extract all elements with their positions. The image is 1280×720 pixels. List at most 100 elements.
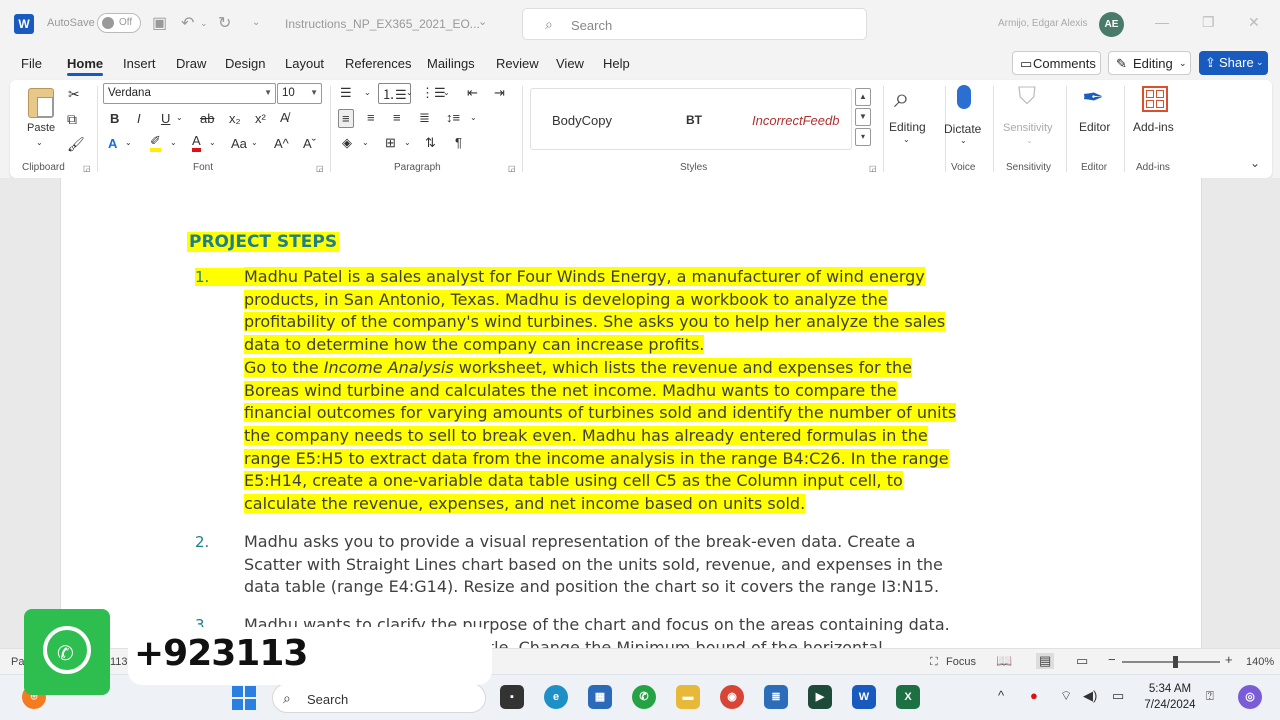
- chevron-up-icon[interactable]: ^: [998, 688, 1004, 703]
- show-formatting-icon[interactable]: ¶: [455, 135, 462, 150]
- chevron-down-icon[interactable]: ⌄: [443, 88, 450, 97]
- user-name[interactable]: Armijo, Edgar Alexis: [998, 18, 1087, 29]
- notepad-icon[interactable]: ≣: [764, 685, 788, 709]
- document-title[interactable]: Instructions_NP_EX365_2021_EO...: [285, 17, 480, 31]
- app-icon[interactable]: ▶: [808, 685, 832, 709]
- style-bodycopy[interactable]: BodyCopy: [552, 113, 612, 128]
- focus-icon[interactable]: ⛶: [930, 656, 938, 669]
- share-button[interactable]: ⇪ Share ⌄: [1199, 51, 1268, 75]
- highlight-color-icon[interactable]: ✐: [150, 134, 161, 152]
- zoom-level[interactable]: 140%: [1246, 656, 1274, 668]
- font-color-icon[interactable]: A: [192, 134, 201, 152]
- zoom-slider-handle[interactable]: [1173, 656, 1178, 668]
- decrease-indent-icon[interactable]: ⇤: [467, 85, 478, 101]
- taskbar-search[interactable]: ⌕ Search: [272, 683, 486, 713]
- microphone-icon[interactable]: [957, 85, 971, 109]
- focus-label[interactable]: Focus: [946, 656, 976, 668]
- tab-layout[interactable]: Layout: [285, 56, 324, 71]
- align-center-icon[interactable]: ≡: [367, 110, 375, 125]
- italic-button[interactable]: I: [137, 111, 141, 126]
- undo-dropdown-icon[interactable]: ⌄: [200, 18, 208, 29]
- format-painter-icon[interactable]: 🖌: [67, 136, 85, 153]
- subscript-button[interactable]: x₂: [229, 111, 241, 126]
- tab-review[interactable]: Review: [496, 56, 539, 71]
- font-name-select[interactable]: Verdana ▼: [103, 83, 276, 104]
- save-icon[interactable]: ▣: [152, 13, 167, 33]
- sort-icon[interactable]: ⇅: [425, 135, 436, 151]
- file-explorer-icon[interactable]: ▬: [676, 685, 700, 709]
- tab-file[interactable]: File: [21, 56, 42, 71]
- print-layout-icon[interactable]: ▤: [1036, 653, 1055, 669]
- justify-icon[interactable]: ≣: [419, 110, 430, 126]
- increase-indent-icon[interactable]: ⇥: [494, 85, 505, 101]
- bullets-icon[interactable]: ☰: [340, 85, 352, 101]
- font-launcher-icon[interactable]: ◲: [316, 164, 324, 173]
- addins-label[interactable]: Add-ins: [1133, 120, 1174, 134]
- chevron-down-icon[interactable]: ⌄: [362, 138, 369, 147]
- chevron-down-icon[interactable]: ⌄: [364, 88, 371, 97]
- bold-button[interactable]: B: [110, 111, 119, 126]
- windows-start-icon[interactable]: [232, 686, 256, 710]
- read-mode-icon[interactable]: 📖: [996, 653, 1012, 669]
- align-left-icon[interactable]: ≡: [338, 109, 354, 128]
- chevron-down-icon[interactable]: ⌄: [209, 138, 216, 147]
- tab-references[interactable]: References: [345, 56, 411, 71]
- style-incorrectfeedback[interactable]: IncorrectFeedb: [752, 113, 850, 128]
- redo-icon[interactable]: ↻: [218, 13, 231, 33]
- copy-icon[interactable]: ⧉: [67, 111, 77, 128]
- grow-font-button[interactable]: A^: [274, 136, 289, 151]
- record-icon[interactable]: ●: [1030, 688, 1038, 703]
- tab-view[interactable]: View: [556, 56, 584, 71]
- minimize-icon[interactable]: —: [1155, 14, 1169, 30]
- style-bt[interactable]: BT: [686, 113, 702, 127]
- undo-icon[interactable]: ↶: [181, 13, 194, 33]
- clock[interactable]: 5:34 AM 7/24/2024: [1138, 681, 1202, 713]
- cut-icon[interactable]: ✂: [68, 86, 80, 103]
- underline-button[interactable]: U: [161, 111, 170, 126]
- word-taskbar-icon[interactable]: W: [852, 685, 876, 709]
- wifi-icon[interactable]: ⌔: [1060, 688, 1072, 704]
- volume-icon[interactable]: ◀): [1083, 688, 1097, 704]
- store-icon[interactable]: ▦: [588, 685, 612, 709]
- dictate-label[interactable]: Dictate: [944, 122, 981, 136]
- chevron-down-icon[interactable]: ⌄: [470, 113, 477, 122]
- collapse-ribbon-icon[interactable]: ⌄: [1250, 156, 1260, 170]
- styles-launcher-icon[interactable]: ◲: [869, 164, 877, 173]
- paragraph-launcher-icon[interactable]: ◲: [508, 164, 516, 173]
- tab-help[interactable]: Help: [603, 56, 630, 71]
- tab-insert[interactable]: Insert: [123, 56, 156, 71]
- whatsapp-taskbar-icon[interactable]: ✆: [632, 685, 656, 709]
- tab-mailings[interactable]: Mailings: [427, 56, 475, 71]
- document-area[interactable]: PROJECT STEPS 1. Madhu Patel is a sales …: [0, 178, 1280, 648]
- notification-icon[interactable]: ⍰: [1206, 688, 1214, 704]
- task-view-icon[interactable]: ▪: [500, 685, 524, 709]
- more-styles-icon[interactable]: ▾: [855, 128, 871, 146]
- chevron-down-icon[interactable]: ⌄: [406, 88, 413, 97]
- zoom-slider[interactable]: [1122, 661, 1220, 663]
- chevron-down-icon[interactable]: ⌄: [404, 138, 411, 147]
- clipboard-launcher-icon[interactable]: ◲: [83, 164, 91, 173]
- addins-icon[interactable]: [1142, 86, 1168, 112]
- editor-label[interactable]: Editor: [1079, 120, 1110, 134]
- customize-qat-icon[interactable]: ⌄: [252, 17, 260, 28]
- chrome-icon[interactable]: ◉: [720, 685, 744, 709]
- tab-draw[interactable]: Draw: [176, 56, 206, 71]
- paste-label[interactable]: Paste: [27, 122, 55, 134]
- multilevel-list-icon[interactable]: ⋮☰: [421, 85, 446, 101]
- superscript-button[interactable]: x²: [255, 111, 266, 126]
- clear-formatting-icon[interactable]: A̸: [280, 110, 289, 125]
- chevron-down-icon[interactable]: ⌄: [478, 15, 487, 28]
- chevron-down-icon[interactable]: ⌄: [176, 113, 183, 122]
- find-icon[interactable]: ⌕: [894, 82, 910, 115]
- chevron-down-icon[interactable]: ▼: [855, 108, 871, 126]
- restore-icon[interactable]: ❐: [1202, 14, 1215, 31]
- page-info[interactable]: Pa: [11, 656, 24, 668]
- autosave-toggle[interactable]: Off: [97, 13, 141, 33]
- paste-icon[interactable]: [28, 88, 54, 118]
- document-page[interactable]: PROJECT STEPS 1. Madhu Patel is a sales …: [60, 178, 1202, 648]
- word-count[interactable]: 113: [110, 656, 128, 668]
- tab-home[interactable]: Home: [67, 56, 104, 76]
- shading-icon[interactable]: ◈: [342, 135, 352, 151]
- editor-icon[interactable]: ✒: [1082, 82, 1104, 113]
- avatar[interactable]: AE: [1099, 12, 1124, 37]
